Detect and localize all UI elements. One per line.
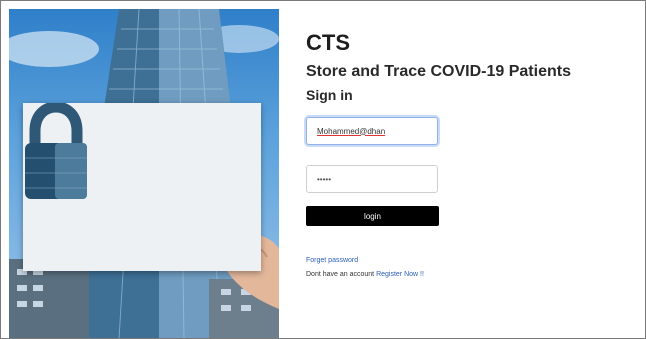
signin-heading: Sign in (306, 87, 353, 103)
paper-card (23, 103, 261, 271)
login-panel: CTS Store and Trace COVID-19 Patients Si… (306, 1, 636, 338)
padlock-icon (25, 103, 87, 199)
app-tagline: Store and Trace COVID-19 Patients (306, 63, 571, 80)
email-input[interactable] (306, 117, 438, 145)
no-account-text: Dont have an account (306, 271, 375, 278)
register-prompt: Dont have an account Register Now !! (306, 271, 424, 278)
app-title: CTS (306, 30, 350, 55)
password-input[interactable] (306, 165, 438, 193)
hero-image (9, 9, 279, 338)
forgot-password-link[interactable]: Forget password (306, 257, 358, 264)
login-window: CTS Store and Trace COVID-19 Patients Si… (0, 0, 646, 339)
register-link[interactable]: Register Now !! (376, 271, 424, 278)
login-button[interactable]: login (306, 206, 439, 226)
